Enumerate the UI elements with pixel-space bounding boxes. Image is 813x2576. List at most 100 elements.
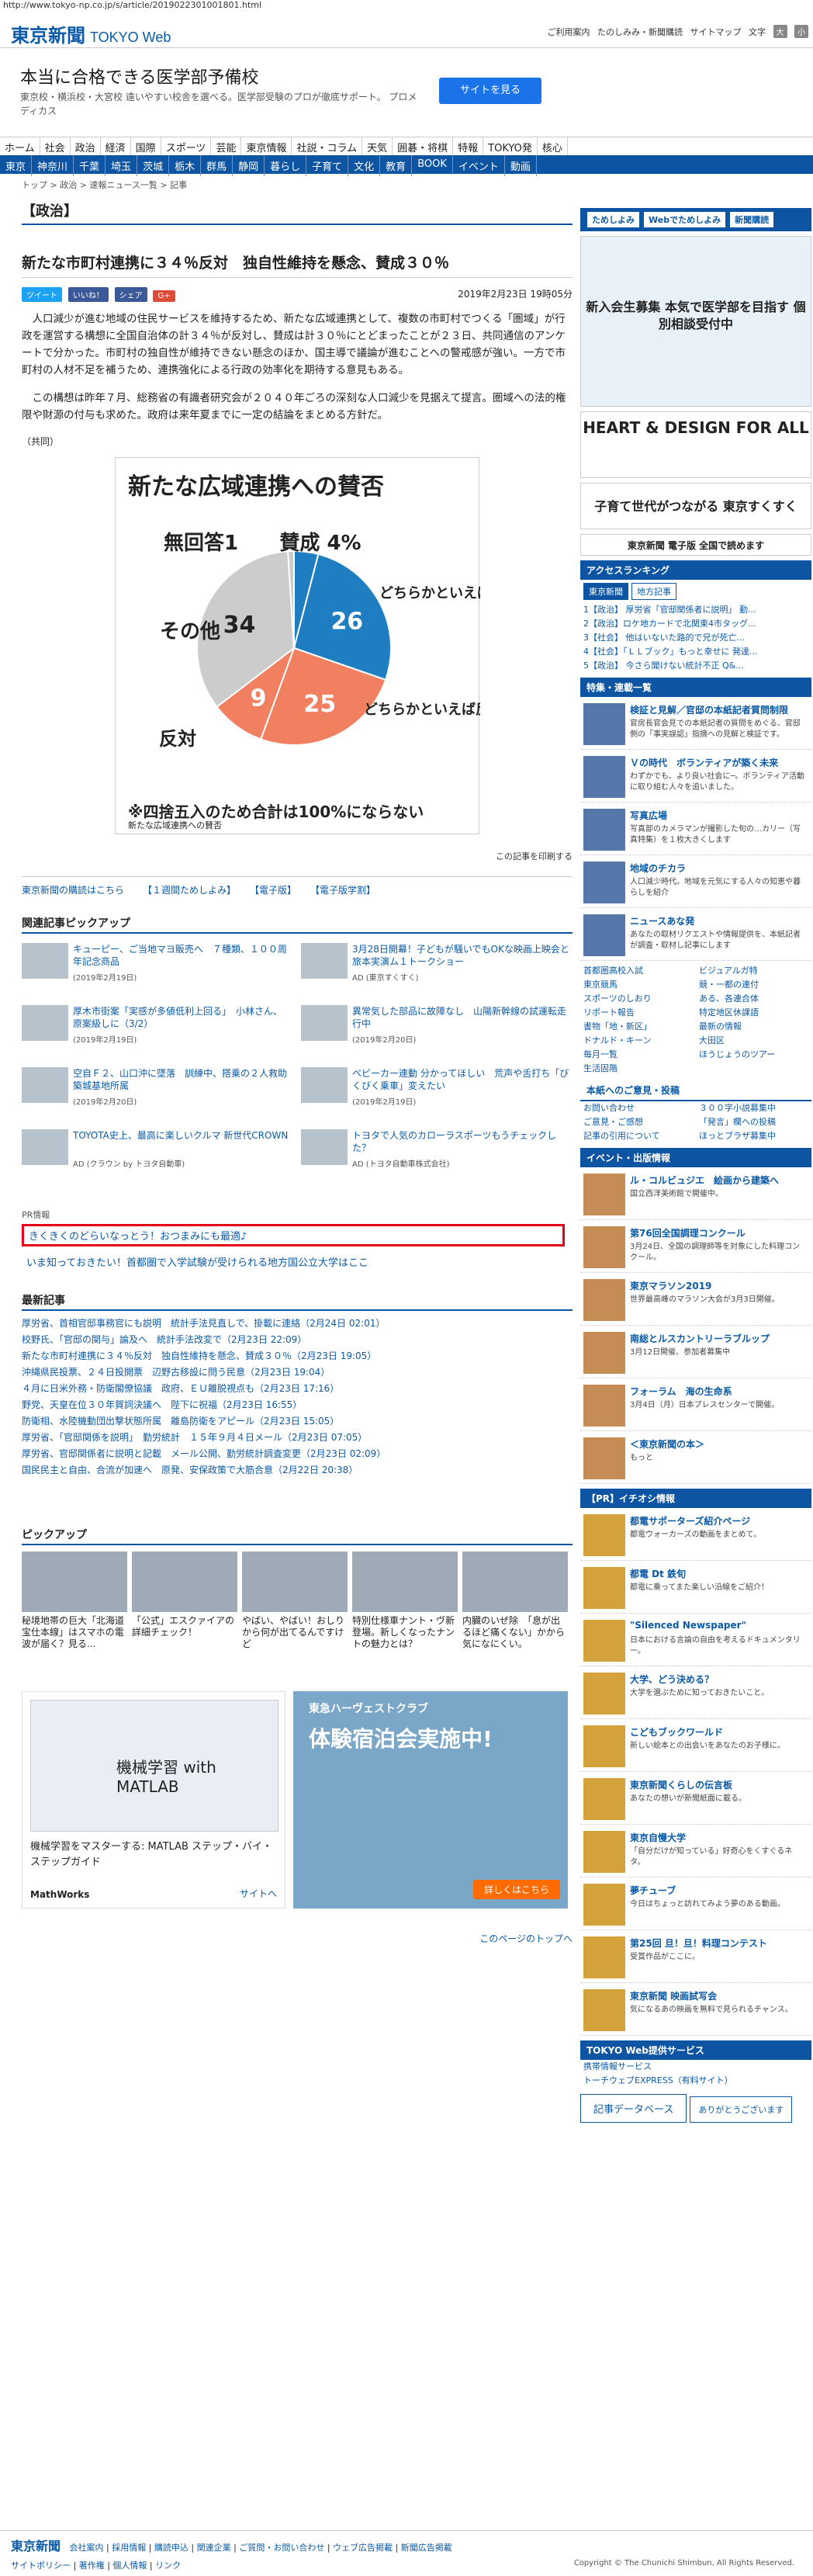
footer-link[interactable]: ご質問・お問い合わせ	[239, 2543, 324, 2553]
pr-item[interactable]: 都電 Dt 鉄旬 都電に乗ってまた楽しい沿線をご紹介！	[580, 1565, 811, 1614]
side-button[interactable]: ためしよみ	[586, 211, 640, 228]
nav-kanagawa[interactable]: 神奈川	[32, 155, 74, 176]
tokyu-ad[interactable]: 東急ハーヴェストクラブ 体験宿泊会実施中! 詳しくはこちら	[293, 1691, 568, 1909]
matlab-ad[interactable]: 機械学習 with MATLAB 機械学習をマスターする: MATLAB ステッ…	[22, 1691, 285, 1909]
event-item[interactable]: ＜東京新聞の本＞ もっと	[580, 1436, 811, 1484]
footer-link[interactable]: リンク	[155, 2560, 181, 2571]
nav-tokuho[interactable]: 特報	[453, 137, 484, 157]
pr-item[interactable]: 大学、どう決める？ 大学を選ぶために知っておきたいこと。	[580, 1671, 811, 1719]
web-service-link[interactable]: 携帯情報サービス	[580, 2060, 811, 2074]
nav-column[interactable]: 社説・コラム	[292, 137, 363, 157]
rank-item[interactable]: 2【政治】ロケ地カードで北関東4市タッグ...	[580, 617, 811, 631]
database-button[interactable]: 記事データベース	[580, 2094, 687, 2123]
breadcrumb[interactable]: トップ > 政治 > 速報ニュース一覧 > 記事	[22, 179, 187, 191]
footer-link[interactable]: 新聞広告掲載	[401, 2543, 452, 2553]
pick-item[interactable]: ベビーカー連動 分かってほしい 荒声や舌打ち「びくびく乗車」変えたい (2019年…	[301, 1067, 573, 1129]
side-ad[interactable]: 新入会生募集 本気で医学部を目指す 個別相談受付中	[580, 236, 811, 407]
footer-link[interactable]: 購読申込	[154, 2543, 189, 2553]
nav-entertainment[interactable]: 芸能	[211, 137, 242, 157]
print-link[interactable]: この記事を印刷する	[22, 850, 573, 862]
nav-video[interactable]: 動画	[505, 155, 537, 176]
pickup-item[interactable]: 秘境地帯の巨大「北海道宝仕本線」はスマホの電波が届く？見る...	[22, 1551, 127, 1660]
side-link[interactable]: 最新の情報	[696, 1020, 811, 1034]
nav-home[interactable]: ホーム	[0, 137, 40, 157]
side-link[interactable]: ビジュアルガ特	[696, 964, 811, 978]
ad-title[interactable]: 本当に合格できる医学部予備校	[20, 64, 259, 88]
latest-item[interactable]: 新たな市町村連携に３４％反対 独自性維持を懸念、賛成３０％（2月23日 19:0…	[22, 1348, 573, 1364]
pr-item[interactable]: 東京新聞 映画試写会 気になるあの映画を無料で見られるチャンス。	[580, 1988, 811, 2036]
nav-kakushin[interactable]: 核心	[538, 137, 568, 157]
pick-item[interactable]: TOYOTA史上、最高に楽しいクルマ 新世代CROWN AD (クラウン by ト…	[22, 1129, 293, 1191]
side-link[interactable]: スポーツのしおり	[580, 992, 696, 1006]
feedback-link[interactable]: ほっとブラザ募集中	[696, 1129, 811, 1143]
feedback-link[interactable]: ３００字小説募集中	[696, 1101, 811, 1115]
tokyu-ad-button[interactable]: 詳しくはこちら	[472, 1880, 560, 1899]
side-ad[interactable]: 子育て世代がつながる 東京すくすく	[580, 483, 811, 529]
feedback-link[interactable]: 「発言」欄への投稿	[696, 1115, 811, 1129]
top-banner-ad[interactable]: 本当に合格できる医学部予備校 東京校・横浜校・大宮校 遠いやすい校舎を選べる。医…	[0, 50, 566, 130]
feature-item[interactable]: ニュースあな発 あなたの取材リクエストや情報提供を、本紙記者が調査・取材し記事にし…	[580, 913, 811, 961]
footer-link[interactable]: サイトポリシー	[11, 2560, 71, 2571]
latest-item[interactable]: 沖縄県民投票、２４日投開票 辺野古移設に問う民意（2月23日 19:04）	[22, 1364, 573, 1381]
feedback-link[interactable]: お問い合わせ	[580, 1101, 696, 1115]
nav-weather[interactable]: 天気	[362, 137, 393, 157]
side-link[interactable]: 生活固階	[580, 1062, 696, 1076]
font-small-button[interactable]: 小	[794, 25, 808, 38]
nav-society[interactable]: 社会	[40, 137, 71, 157]
feature-item[interactable]: 写真広場 写真部のカメラマンが撮影した旬の…カリー（写真特集）を１枚大きくします	[580, 807, 811, 855]
pickup-item[interactable]: 特別仕様車ナント・ヴ新登場。新しくなったナントの魅力とは？	[352, 1551, 458, 1660]
nav-culture[interactable]: 文化	[348, 155, 381, 176]
pick-item[interactable]: 異常気した部品に故障なし 山陽新幹線の試運転走行中 (2019年2月20日)	[301, 1005, 573, 1067]
side-link[interactable]: ある、各連合体	[696, 992, 811, 1006]
event-item[interactable]: フォーラム 海の生命系 3月4日（月）日本プレスセンターで開催。	[580, 1383, 811, 1431]
rank-item[interactable]: 5【政治】 今さら聞けない統計不正 Q&...	[580, 659, 811, 673]
feature-item[interactable]: 検証と見解／官邸の本紙記者質問制限 官房長官会見での本紙記者の質問をめぐる、官邸側…	[580, 702, 811, 750]
latest-item[interactable]: 校野氏、「官邸の関与」論及へ 統計手法改変で（2月23日 22:09）	[22, 1332, 573, 1348]
tweet-button[interactable]: ツイート	[22, 287, 62, 302]
latest-item[interactable]: ４月に日米外務・防衛閣僚協議 政府、ＥＵ離脱視点も（2月23日 17:16）	[22, 1381, 573, 1397]
pick-item[interactable]: トヨタで人気のカローラスポーツもうチェックした？ AD (トヨタ自動車株式会社)	[301, 1129, 573, 1191]
pick-item[interactable]: 空自Ｆ２、山口沖に墜落 訓練中、搭乗の２人救助 築城基地所属 (2019年2月20…	[22, 1067, 296, 1129]
pickup-item[interactable]: やばい、やばい！おしりから何が出てるんですけど	[242, 1551, 348, 1660]
pr-item[interactable]: 夢チューブ 今日はちょっと訪れてみよう夢のある動画。	[580, 1882, 811, 1930]
top-link-subscribe[interactable]: たのしみみ・新聞購読	[597, 27, 683, 37]
web-service-link[interactable]: トーチウェブEXPRESS（有料サイト）	[580, 2074, 811, 2088]
nav-tochigi[interactable]: 栃木	[169, 155, 202, 176]
side-ad[interactable]: 東京新聞 電子版 全国で読めます	[580, 534, 811, 556]
pr-item[interactable]: 東京自慢大学 「自分だけが知っている」好奇心をくすぐるネタ。	[580, 1829, 811, 1877]
side-ad[interactable]: HEART & DESIGN FOR ALL	[580, 411, 811, 478]
pr-item[interactable]: こどもブックワールド 新しい絵本との出会いをあなたのお子様に。	[580, 1724, 811, 1772]
font-large-button[interactable]: 大	[773, 25, 787, 38]
feature-item[interactable]: Ｖの時代 ボランティアが築く未来 わずかでも、より良い社会に─。ボランティア活動に…	[580, 754, 811, 803]
nav-book[interactable]: BOOK	[412, 155, 453, 173]
site-logo[interactable]: 東京新聞 TOKYO Web	[11, 20, 171, 47]
ad-button[interactable]: サイトを見る	[439, 78, 541, 104]
side-link[interactable]: 大田区	[696, 1034, 811, 1048]
pick-item[interactable]: 厚木市街案「実感が多値低利上回る」 小林さん、原案級しに（3/2） (2019年2…	[22, 1005, 293, 1067]
pickup-item[interactable]: 「公式」エスクァイアの詳細チェック！	[132, 1551, 237, 1660]
nav-gunma[interactable]: 群馬	[201, 155, 234, 176]
side-button[interactable]: 新聞購読	[729, 211, 775, 228]
thanks-button[interactable]: ありがとうございます	[690, 2096, 793, 2123]
sub-link[interactable]: 【電子版】	[254, 885, 296, 896]
nav-tokyo-hatsu[interactable]: TOKYO発	[483, 137, 538, 157]
side-link[interactable]: 毎月一覧	[580, 1048, 696, 1062]
nav-shizuoka[interactable]: 静岡	[233, 155, 265, 176]
pr-item[interactable]: 都電サポーターズ紹介ページ 都電ウォーカーズの動画をまとめて。	[580, 1513, 811, 1561]
sub-link[interactable]: 【１週間ためしよみ】	[143, 885, 236, 896]
footer-link[interactable]: 会社案内	[70, 2543, 104, 2553]
nav-saitama[interactable]: 埼玉	[106, 155, 138, 176]
rank-item[interactable]: 4【社会】「ＬＬブック」もっと幸せに 発達...	[580, 645, 811, 659]
footer-link[interactable]: 採用情報	[112, 2543, 146, 2553]
nav-tokyo-info[interactable]: 東京情報	[241, 137, 292, 157]
feedback-link[interactable]: ご意見・ご感想	[580, 1115, 696, 1129]
pr-link[interactable]: いま知っておきたい！首都圏で入学試験が受けられる地方国公立大学はここ	[22, 1250, 573, 1274]
nav-education[interactable]: 教育	[380, 155, 413, 176]
event-item[interactable]: 第76回全国調理コンクール 3月24日、全国の調理師等を対象にした料理コンクール。	[580, 1225, 811, 1273]
nav-go-shogi[interactable]: 囲碁・将棋	[393, 137, 454, 157]
sub-link[interactable]: 【電子版学割】	[315, 885, 375, 896]
nav-life[interactable]: 暮らし	[265, 155, 307, 176]
page-top-link[interactable]: このページのトップへ	[22, 1932, 573, 1945]
nav-tokyo[interactable]: 東京	[0, 155, 33, 176]
event-item[interactable]: ル・コルビュジエ 絵画から建築へ 国立西洋美術館で開催中。	[580, 1172, 811, 1220]
